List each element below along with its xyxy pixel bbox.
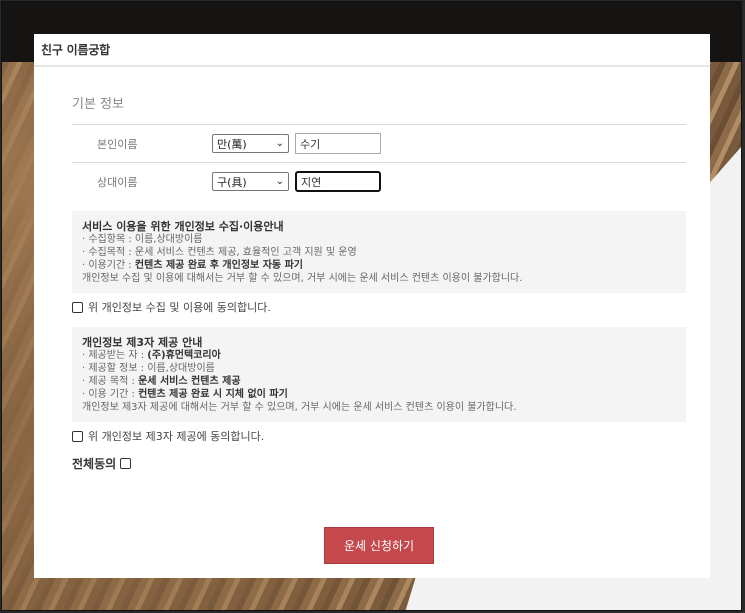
chevron-down-icon: ⌄	[275, 176, 284, 187]
self-surname-value: 만(萬)	[217, 137, 247, 151]
self-surname-select[interactable]: 만(萬) ⌄	[212, 134, 289, 153]
privacy-notice-box: 서비스 이용을 위한 개인정보 수집·이용안내 · 수집항목 : 이름,상대방이…	[72, 211, 686, 293]
modal-header: 친구 이름궁합	[34, 34, 710, 67]
partner-name-label: 상대이름	[97, 175, 138, 189]
partner-given-name-input[interactable]: 지연	[295, 171, 381, 192]
self-given-name-input[interactable]: 수기	[295, 133, 381, 154]
privacy-consent-label: 위 개인정보 수집 및 이용에 동의합니다.	[88, 301, 271, 314]
partner-surname-select[interactable]: 구(具) ⌄	[212, 172, 289, 191]
name-compatibility-modal: 친구 이름궁합 기본 정보 본인이름 만(萬) ⌄ 수기 상대이름 구(具) ⌄…	[34, 34, 710, 578]
partner-surname-value: 구(具)	[217, 175, 247, 189]
third-party-notice-line: · 제공할 정보 : 이름,상대방이름	[82, 363, 215, 374]
third-party-notice-line: · 제공 목적 : 운세 서비스 컨텐츠 제공	[82, 375, 676, 388]
privacy-notice-title: 서비스 이용을 위한 개인정보 수집·이용안내	[82, 220, 284, 233]
privacy-notice-line: · 수집목적 : 운세 서비스 컨텐츠 제공, 효율적인 고객 지원 및 운영	[82, 247, 357, 258]
third-party-consent-checkbox[interactable]	[72, 430, 83, 442]
privacy-period-label: · 이용기간 :	[82, 260, 135, 271]
modal-title: 친구 이름궁합	[41, 43, 111, 57]
privacy-notice-line: · 이용기간 : 컨텐츠 제공 완료 후 개인정보 자동 파기	[82, 259, 676, 272]
all-agree-checkbox[interactable]	[120, 458, 132, 469]
all-agree-label: 전체동의	[72, 457, 117, 471]
self-given-name-value: 수기	[300, 137, 321, 151]
basic-info-title: 기본 정보	[72, 97, 124, 112]
self-name-row: 본인이름 만(萬) ⌄ 수기	[72, 125, 686, 163]
third-party-notice-box: 개인정보 제3자 제공 안내 · 제공받는 자 : (주)휴먼텍코리아 · 제공…	[72, 327, 686, 422]
privacy-consent-row[interactable]: 위 개인정보 수집 및 이용에 동의합니다.	[72, 296, 686, 318]
third-party-notice-title: 개인정보 제3자 제공 안내	[82, 336, 203, 349]
period-label: · 이용 기간 :	[82, 389, 139, 400]
third-party-consent-row[interactable]: 위 개인정보 제3자 제공에 동의합니다.	[72, 425, 686, 447]
privacy-notice-line: · 수집항목 : 이름,상대방이름	[82, 234, 203, 245]
third-party-consent-label: 위 개인정보 제3자 제공에 동의합니다.	[88, 430, 265, 443]
purpose-value: 운세 서비스 컨텐츠 제공	[138, 376, 241, 387]
purpose-label: · 제공 목적 :	[82, 376, 139, 387]
privacy-period-value: 컨텐츠 제공 완료 후 개인정보 자동 파기	[134, 260, 303, 271]
self-name-label: 본인이름	[97, 137, 138, 151]
privacy-consent-checkbox[interactable]	[72, 301, 83, 313]
chevron-down-icon: ⌄	[275, 138, 284, 149]
recipient-value: (주)휴먼텍코리아	[147, 350, 221, 361]
third-party-notice-line: · 이용 기간 : 컨텐츠 제공 완료 시 지체 없이 파기	[82, 388, 676, 401]
partner-given-name-value: 지연	[301, 175, 322, 189]
all-agree-row[interactable]: 전체동의	[72, 455, 686, 472]
privacy-notice-line: 개인정보 수집 및 이용에 대해서는 거부 할 수 있으며, 거부 시에는 운세…	[82, 273, 523, 284]
third-party-notice-line: 개인정보 제3자 제공에 대해서는 거부 할 수 있으며, 거부 시에는 운세 …	[82, 402, 517, 413]
partner-name-row: 상대이름 구(具) ⌄ 지연	[72, 163, 686, 200]
period-value: 컨텐츠 제공 완료 시 지체 없이 파기	[138, 389, 288, 400]
submit-button[interactable]: 운세 신청하기	[324, 527, 434, 564]
recipient-label: · 제공받는 자 :	[82, 350, 148, 361]
third-party-notice-line: · 제공받는 자 : (주)휴먼텍코리아	[82, 349, 676, 362]
modal-content: 기본 정보 본인이름 만(萬) ⌄ 수기 상대이름 구(具) ⌄ 지연 서비스	[72, 96, 686, 472]
